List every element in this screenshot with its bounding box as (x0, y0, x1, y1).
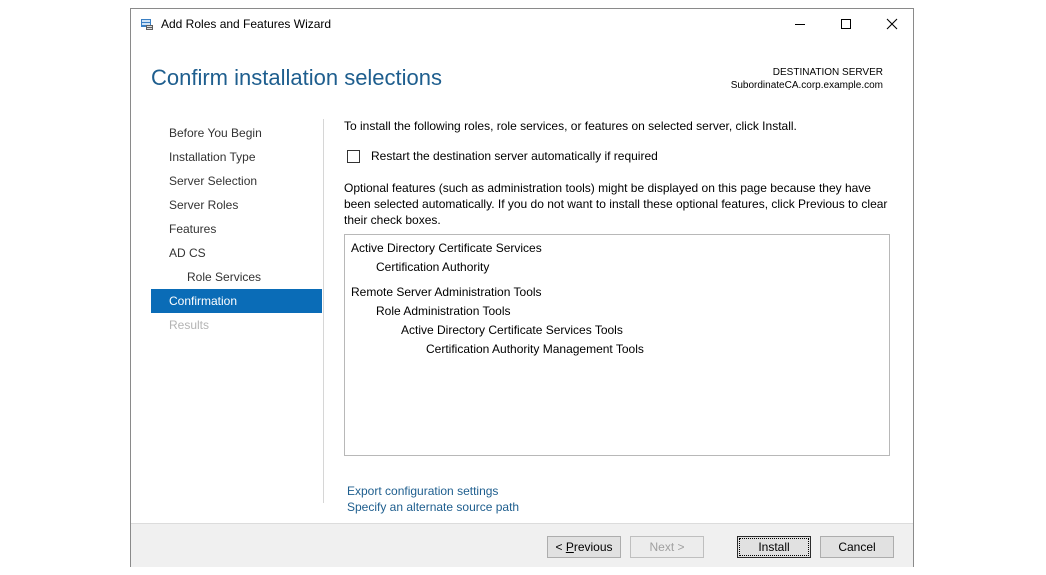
list-item: Role Administration Tools (376, 304, 511, 318)
minimize-icon (795, 24, 805, 25)
export-configuration-link[interactable]: Export configuration settings (347, 483, 519, 499)
alternate-source-path-link[interactable]: Specify an alternate source path (347, 499, 519, 515)
list-item: Active Directory Certificate Services (351, 241, 542, 255)
nav-item-confirmation[interactable]: Confirmation (151, 289, 322, 313)
nav-divider (323, 119, 324, 503)
restart-checkbox-label[interactable]: Restart the destination server automatic… (371, 149, 658, 163)
maximize-icon (841, 19, 851, 29)
optional-features-note: Optional features (such as administratio… (344, 181, 888, 227)
nav-item-installation-type[interactable]: Installation Type (151, 145, 322, 169)
list-item: Certification Authority Management Tools (426, 342, 644, 356)
nav-item-server-roles[interactable]: Server Roles (151, 193, 322, 217)
install-label: Install (739, 538, 809, 556)
next-button: Next > (630, 536, 704, 558)
nav-item-role-services[interactable]: Role Services (151, 265, 322, 289)
restart-checkbox[interactable] (347, 149, 360, 163)
server-manager-icon (140, 17, 154, 31)
previous-mnemonic: P (565, 540, 574, 554)
install-button[interactable]: Install (737, 536, 811, 558)
destination-server-info: DESTINATION SERVER SubordinateCA.corp.ex… (731, 66, 883, 92)
list-item: Certification Authority (376, 260, 490, 274)
previous-prefix: < (555, 540, 566, 554)
wizard-nav: Before You Begin Installation Type Serve… (151, 121, 322, 337)
close-icon (886, 18, 898, 30)
destination-server-name: SubordinateCA.corp.example.com (730, 80, 883, 91)
cancel-button[interactable]: Cancel (820, 536, 894, 558)
maximize-button[interactable] (823, 9, 869, 39)
list-item: Active Directory Certificate Services To… (401, 323, 623, 337)
restart-option[interactable]: Restart the destination server automatic… (347, 149, 658, 163)
nav-item-server-selection[interactable]: Server Selection (151, 169, 322, 193)
previous-button[interactable]: < Previous (547, 536, 621, 558)
minimize-button[interactable] (777, 9, 823, 39)
wizard-window: Add Roles and Features Wizard Confirm in… (130, 8, 914, 567)
destination-server-label: DESTINATION SERVER (772, 67, 883, 78)
title-bar[interactable]: Add Roles and Features Wizard (131, 9, 913, 39)
window-title: Add Roles and Features Wizard (161, 17, 332, 31)
nav-item-results: Results (169, 318, 210, 332)
intro-text: To install the following roles, role ser… (344, 119, 797, 133)
page-title: Confirm installation selections (151, 65, 443, 90)
list-item: Remote Server Administration Tools (351, 285, 542, 299)
previous-label: revious (573, 540, 613, 554)
nav-item-features[interactable]: Features (151, 217, 322, 241)
nav-item-ad-cs[interactable]: AD CS (151, 241, 322, 265)
nav-item-before-you-begin[interactable]: Before You Begin (151, 121, 322, 145)
selections-list[interactable]: Active Directory Certificate Services Ce… (344, 234, 890, 456)
close-button[interactable] (869, 9, 915, 39)
links-area: Export configuration settings Specify an… (347, 483, 519, 515)
button-bar: < Previous Next > Install Cancel (131, 523, 913, 567)
